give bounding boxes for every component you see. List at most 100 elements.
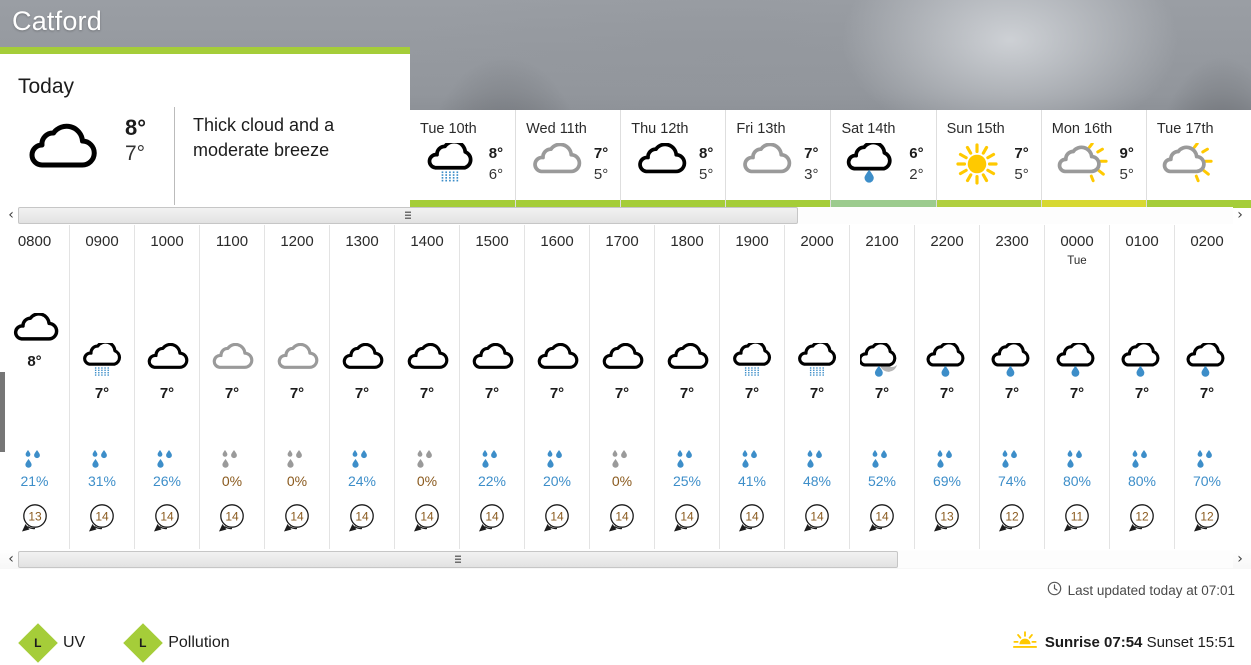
- scrollbar-thumb[interactable]: [18, 551, 898, 568]
- sunny-intervals-icon: [1161, 142, 1213, 185]
- precipitation-chance: 41%: [737, 473, 767, 489]
- scroll-left-arrow-icon[interactable]: ‹: [3, 549, 19, 569]
- precipitation-chance: 31%: [87, 473, 117, 489]
- day-temperatures: 7° 5°: [594, 143, 608, 185]
- hour-forecast-column[interactable]: 1400 7° 0% 14: [394, 225, 459, 549]
- hour-forecast-column[interactable]: 2200 7° 69% 13: [914, 225, 979, 549]
- grip-icon: [455, 555, 461, 564]
- wind-speed-dial: 14: [82, 500, 122, 540]
- legend-item-pollution[interactable]: L Pollution: [123, 623, 230, 663]
- day-temperatures: 6° 2°: [909, 143, 923, 185]
- hour-forecast-column[interactable]: 0100 7° 80% 12: [1109, 225, 1174, 549]
- day-forecast-card[interactable]: Thu 12th 8° 5°: [620, 110, 726, 208]
- day-forecast-card[interactable]: Sat 14th 6° 2°: [830, 110, 936, 208]
- hour-forecast-column[interactable]: 2000 7° 48% 14: [784, 225, 849, 549]
- day-forecast-card[interactable]: Mon 16th 9° 5°: [1040, 110, 1146, 208]
- precipitation-icon: [479, 449, 505, 469]
- sunny-icon: [951, 143, 1003, 185]
- last-updated: Last updated today at 07:01: [1047, 581, 1235, 599]
- day-forecast-card[interactable]: Wed 11th 7° 5°: [515, 110, 621, 208]
- sunset-label: Sunset: [1146, 634, 1194, 651]
- precipitation-icon: [804, 449, 830, 469]
- hour-forecast-column[interactable]: 0800 8° 21% 13: [0, 225, 69, 549]
- precipitation-chance: 80%: [1062, 473, 1092, 489]
- hour-day-label: Tue: [1067, 255, 1087, 267]
- precipitation-chance: 24%: [347, 473, 377, 489]
- precipitation-chance: 25%: [672, 473, 702, 489]
- precipitation-icon: [609, 449, 635, 469]
- precipitation-chance: 0%: [221, 473, 243, 489]
- day-forecast-card[interactable]: Tue 17th: [1145, 110, 1251, 208]
- day-forecast-card[interactable]: Fri 13th 7° 3°: [725, 110, 831, 208]
- wind-speed-dial: 12: [992, 500, 1032, 540]
- hour-time-label: 0800: [17, 233, 52, 250]
- svg-text:13: 13: [940, 510, 954, 524]
- hour-temperature: 8°: [27, 353, 42, 370]
- svg-text:14: 14: [290, 510, 304, 524]
- scroll-right-arrow-icon[interactable]: ›: [1232, 549, 1248, 569]
- hour-forecast-column[interactable]: 1100 7° 0% 14: [199, 225, 264, 549]
- today-label: Today: [18, 75, 75, 98]
- hour-forecast-column[interactable]: 2300 7° 74% 12: [979, 225, 1044, 549]
- legend-label-uv: UV: [63, 634, 86, 651]
- hour-time-label: 2300: [995, 233, 1029, 250]
- day-forecast-card[interactable]: Sun 15th 7° 5°: [935, 110, 1041, 208]
- hour-temperature: 7°: [939, 385, 955, 402]
- wind-speed-dial: 14: [147, 500, 187, 540]
- cloudy-icon: [405, 342, 449, 379]
- scrollbar-thumb[interactable]: [18, 207, 798, 224]
- day-label: Mon 16th: [1051, 121, 1113, 137]
- hour-time-label: 0200: [1190, 233, 1224, 250]
- hour-forecast-column[interactable]: 1200 7° 0% 14: [264, 225, 329, 549]
- scrollbar-track[interactable]: [18, 207, 1233, 224]
- precipitation-chance: 74%: [997, 473, 1027, 489]
- scrollbar-track[interactable]: [18, 551, 1233, 568]
- hour-forecast-column[interactable]: 1600 7° 20% 14: [524, 225, 589, 549]
- hour-forecast-column[interactable]: 0200 7° 70% 12: [1174, 225, 1239, 549]
- day-low: 2°: [909, 166, 924, 183]
- hour-time-label: 1700: [605, 233, 639, 250]
- svg-text:12: 12: [1135, 510, 1149, 524]
- hour-time-label: 1300: [345, 233, 379, 250]
- scroll-right-arrow-icon[interactable]: ›: [1232, 205, 1248, 225]
- hour-forecast-column[interactable]: 1800 7° 25% 14: [654, 225, 719, 549]
- cloudy-icon: [145, 342, 189, 379]
- svg-text:11: 11: [1071, 510, 1084, 524]
- hour-forecast-column[interactable]: 0000 Tue 7° 80% 11: [1044, 225, 1109, 549]
- wind-speed-dial: 14: [212, 500, 252, 540]
- hour-forecast-column[interactable]: 1700 7° 0% 14: [589, 225, 654, 549]
- precipitation-icon: [219, 449, 245, 469]
- footer: Last updated today at 07:01 L UV L Pollu…: [0, 569, 1251, 665]
- day-temperatures: 8° 6°: [489, 143, 503, 185]
- hour-forecast-column[interactable]: 1000 7° 26% 14: [134, 225, 199, 549]
- hour-forecast-column[interactable]: 1500 7° 22% 14: [459, 225, 524, 549]
- hour-forecast-column[interactable]: 1300 7° 24% 14: [329, 225, 394, 549]
- cloudy-icon: [665, 342, 709, 379]
- day-label: Tue 10th: [420, 121, 477, 137]
- hour-forecast-column[interactable]: 1900 7° 41% 14: [719, 225, 784, 549]
- legend-item-uv[interactable]: L UV: [18, 623, 86, 663]
- hourly-scrollbar-bottom[interactable]: ‹ ›: [0, 549, 1251, 569]
- day-low: 6°: [488, 166, 504, 183]
- hour-forecast-column[interactable]: 0900 7° 31% 14: [69, 225, 134, 549]
- precipitation-icon: [934, 449, 960, 469]
- hourly-scrollbar-top[interactable]: ‹ ›: [0, 205, 1251, 225]
- today-summary-card[interactable]: Today 8° 7° Thick cloud and a moderate b…: [0, 47, 410, 208]
- scroll-left-arrow-icon[interactable]: ‹: [3, 205, 19, 225]
- svg-text:14: 14: [160, 510, 174, 524]
- pollution-badge-text: L: [139, 636, 147, 650]
- wind-speed-dial: 14: [277, 500, 317, 540]
- day-high: 7°: [593, 145, 609, 162]
- uv-badge-text: L: [34, 636, 42, 650]
- hour-time-label: 2000: [800, 233, 834, 250]
- left-edge-indicator: [0, 372, 5, 452]
- hour-forecast-column[interactable]: 2100 7° 52% 14: [849, 225, 914, 549]
- precipitation-icon: [1194, 449, 1220, 469]
- svg-text:14: 14: [485, 510, 499, 524]
- precipitation-icon: [414, 449, 440, 469]
- day-forecast-card[interactable]: Tue 10th 8° 6°: [410, 110, 516, 208]
- wind-speed-dial: 13: [927, 500, 967, 540]
- svg-text:14: 14: [875, 510, 889, 524]
- svg-text:14: 14: [95, 510, 109, 524]
- sunrise-icon: [1012, 631, 1037, 654]
